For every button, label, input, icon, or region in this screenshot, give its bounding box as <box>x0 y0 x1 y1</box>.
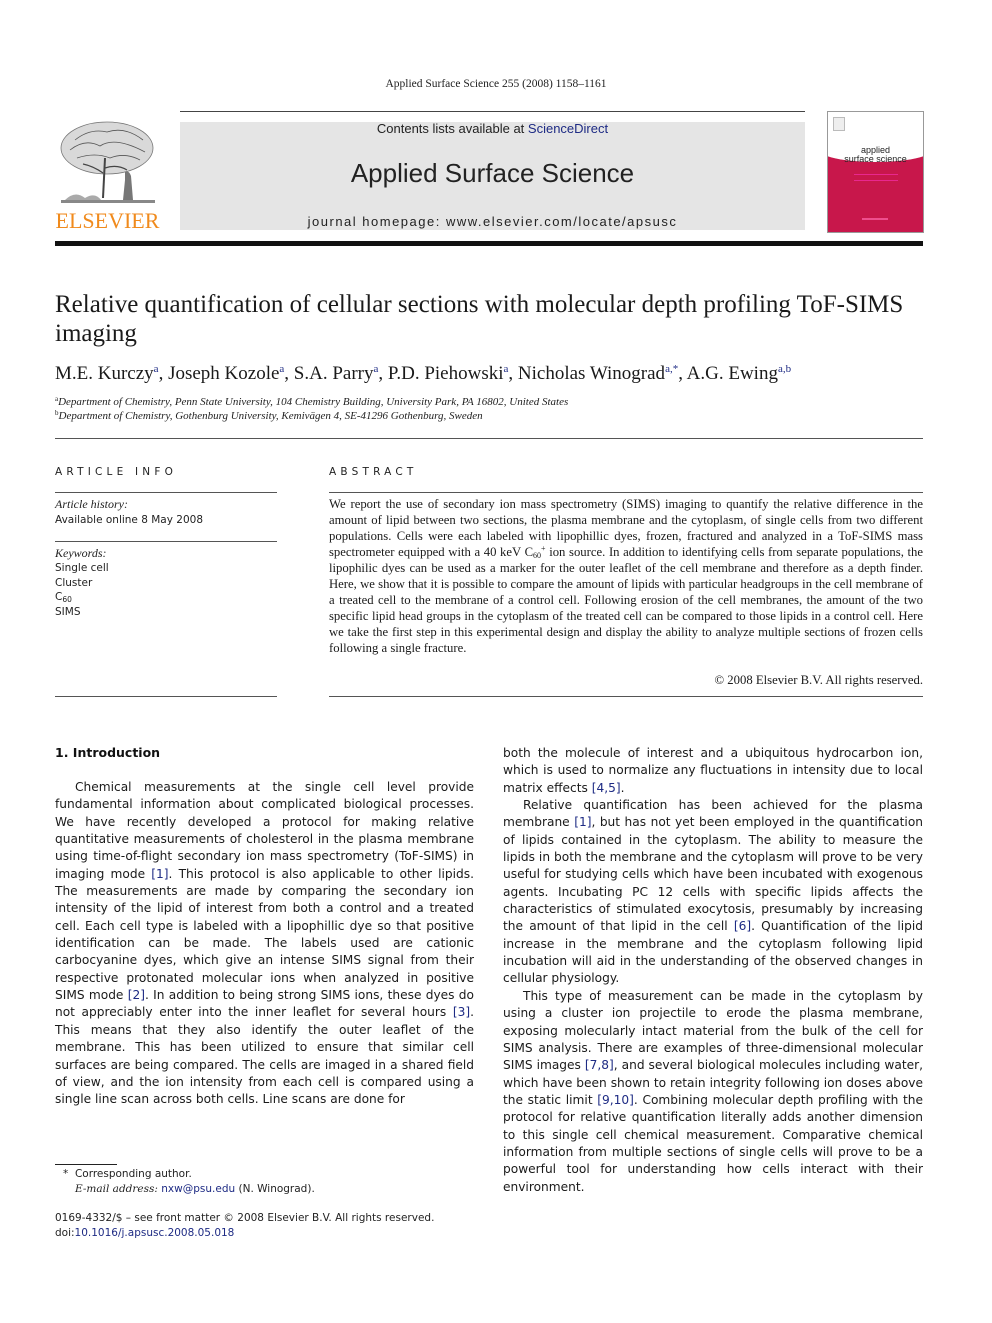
cover-footer-mark <box>862 218 888 220</box>
text: , but has not yet been employed in the q… <box>503 815 923 934</box>
abstract-copyright: © 2008 Elsevier B.V. All rights reserved… <box>714 673 924 687</box>
abstract-text: We report the use of secondary ion mass … <box>329 496 923 656</box>
text: . This means that they also identify the… <box>55 1005 474 1107</box>
cover-title-line2: surface science <box>844 154 907 164</box>
citation-link[interactable]: [1] <box>574 815 591 829</box>
doi-line: doi:10.1016/j.apsusc.2008.05.018 <box>55 1226 485 1241</box>
top-rule <box>180 111 805 112</box>
keyword-subscript: 60 <box>62 595 72 604</box>
keywords-label: Keywords: <box>55 546 107 560</box>
affiliation-text: Department of Chemistry, Gothenburg Univ… <box>58 410 483 422</box>
divider <box>55 492 277 493</box>
cover-title: applied surface science <box>828 146 923 164</box>
email-note: E-mail address: nxw@psu.edu (N. Winograd… <box>55 1182 475 1197</box>
divider <box>329 492 923 493</box>
doi-prefix: doi: <box>55 1227 75 1239</box>
abstract-text-part: ion source. In addition to identifying c… <box>329 545 923 655</box>
divider <box>329 696 923 697</box>
abstract-heading: ABSTRACT <box>329 466 418 478</box>
affiliation-b: bDepartment of Chemistry, Gothenburg Uni… <box>55 410 483 423</box>
text: . This protocol is also applicable to ot… <box>55 866 474 1003</box>
footnote-marker: * <box>63 1168 69 1180</box>
right-column: both the molecule of interest and a ubiq… <box>503 745 923 1196</box>
author: Nicholas Winograd <box>517 363 666 384</box>
contents-line: Contents lists available at ScienceDirec… <box>180 121 805 136</box>
keyword: C60 <box>55 591 72 604</box>
article-info-heading: ARTICLE INFO <box>55 466 178 478</box>
affiliation-text: Department of Chemistry, Penn State Univ… <box>58 396 569 408</box>
author-affil-link[interactable]: a,* <box>665 363 678 375</box>
journal-cover-thumbnail[interactable]: applied surface science <box>827 111 924 233</box>
author-affil-link[interactable]: a <box>154 363 159 375</box>
author: A.G. Ewing <box>686 363 778 384</box>
front-matter: 0169-4332/$ – see front matter © 2008 El… <box>55 1211 485 1241</box>
footnote-text: Corresponding author. <box>74 1168 192 1180</box>
front-matter-text: 0169-4332/$ – see front matter © 2008 El… <box>55 1212 435 1224</box>
cover-fine-print <box>854 174 898 181</box>
author: Joseph Kozole <box>168 363 280 384</box>
header-divider <box>55 438 923 439</box>
text: both the molecule of interest and a ubiq… <box>503 746 923 795</box>
keywords-list: Single cell Cluster C60 SIMS <box>55 561 109 619</box>
left-column: Chemical measurements at the single cell… <box>55 779 474 1109</box>
text: Chemical measurements at the single cell… <box>55 780 474 881</box>
history-label: Article history: <box>55 497 128 511</box>
citation-link[interactable]: [7,8] <box>585 1058 614 1072</box>
elsevier-wordmark: ELSEVIER <box>55 208 160 233</box>
keyword: Cluster <box>55 576 93 589</box>
footnote-rule <box>55 1164 117 1165</box>
paragraph: Chemical measurements at the single cell… <box>55 779 474 1109</box>
divider <box>55 541 277 542</box>
text: . <box>620 780 625 795</box>
citation-link[interactable]: [6] <box>734 919 751 933</box>
text: . Combining molecular depth profiling wi… <box>503 1092 923 1194</box>
author-affil-link[interactable]: a <box>504 363 509 375</box>
history-value: Available online 8 May 2008 <box>55 514 204 526</box>
keyword: Single cell <box>55 562 109 574</box>
author-list: M.E. Kurczya, Joseph Kozolea, S.A. Parry… <box>55 363 792 384</box>
author-affil-link[interactable]: a <box>279 363 284 375</box>
citation-link[interactable]: [1] <box>151 867 168 881</box>
contents-prefix: Contents lists available at <box>376 121 528 136</box>
citation-link[interactable]: [3] <box>453 1005 470 1019</box>
email-suffix: (N. Winograd). <box>235 1183 315 1195</box>
paragraph: Relative quantification has been achieve… <box>503 797 923 988</box>
email-label: E-mail address: <box>75 1183 158 1195</box>
cover-elsevier-icon <box>833 117 845 131</box>
author: S.A. Parry <box>293 363 374 384</box>
email-link[interactable]: nxw@psu.edu <box>161 1183 235 1195</box>
author-affil-link[interactable]: a <box>374 363 379 375</box>
subscript: 60 <box>533 551 542 560</box>
masthead-rule <box>55 241 923 246</box>
keyword: SIMS <box>55 605 81 618</box>
footnote: * Corresponding author. E-mail address: … <box>55 1167 475 1197</box>
journal-name: Applied Surface Science <box>350 158 635 188</box>
article-title: Relative quantification of cellular sect… <box>55 291 904 347</box>
author-affil-link[interactable]: a,b <box>778 363 791 375</box>
paragraph: both the molecule of interest and a ubiq… <box>503 745 923 797</box>
sciencedirect-link[interactable]: ScienceDirect <box>528 121 608 136</box>
running-head: Applied Surface Science 255 (2008) 1158–… <box>385 78 607 90</box>
citation-link[interactable]: [9,10] <box>597 1093 634 1107</box>
affiliation-a: aDepartment of Chemistry, Penn State Uni… <box>55 396 569 409</box>
doi-link[interactable]: 10.1016/j.apsusc.2008.05.018 <box>75 1227 235 1239</box>
citation-link[interactable]: [4,5] <box>592 781 621 795</box>
divider <box>55 696 277 697</box>
citation-link[interactable]: [2] <box>128 988 145 1002</box>
journal-homepage[interactable]: journal homepage: www.elsevier.com/locat… <box>180 214 805 229</box>
author: P.D. Piehowski <box>387 363 504 384</box>
author: M.E. Kurczy <box>55 363 154 384</box>
section-heading: 1. Introduction <box>55 745 161 760</box>
corresponding-author-note: * Corresponding author. <box>55 1167 475 1182</box>
paragraph: This type of measurement can be made in … <box>503 988 923 1196</box>
